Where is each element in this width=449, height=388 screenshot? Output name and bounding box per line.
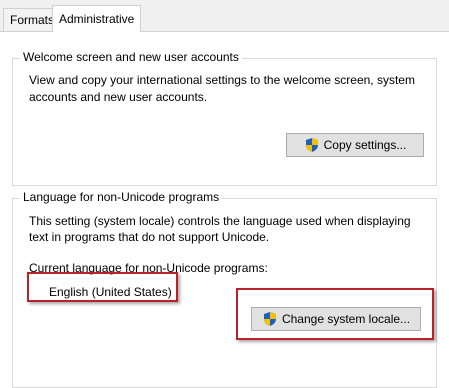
non-unicode-description-line2: text in programs that do not support Uni… bbox=[29, 230, 270, 244]
change-locale-highlight bbox=[236, 288, 434, 340]
non-unicode-group-legend: Language for non-Unicode programs bbox=[20, 190, 223, 204]
administrative-panel: Welcome screen and new user accounts Vie… bbox=[0, 31, 449, 388]
tab-formats-label: Formats bbox=[10, 13, 55, 27]
welcome-screen-group: Welcome screen and new user accounts Vie… bbox=[12, 50, 437, 186]
copy-settings-label: Copy settings... bbox=[323, 138, 407, 152]
current-language-highlight bbox=[27, 272, 178, 302]
welcome-group-legend: Welcome screen and new user accounts bbox=[20, 50, 242, 64]
tab-administrative-label: Administrative bbox=[59, 12, 135, 26]
non-unicode-description-line1: This setting (system locale) controls th… bbox=[29, 214, 411, 228]
uac-shield-icon bbox=[305, 138, 318, 152]
tab-administrative[interactable]: Administrative bbox=[52, 5, 142, 32]
welcome-description-line1: View and copy your international setting… bbox=[29, 73, 415, 87]
copy-settings-button[interactable]: Copy settings... bbox=[286, 133, 424, 157]
welcome-description-line2: accounts and new user accounts. bbox=[29, 90, 208, 104]
